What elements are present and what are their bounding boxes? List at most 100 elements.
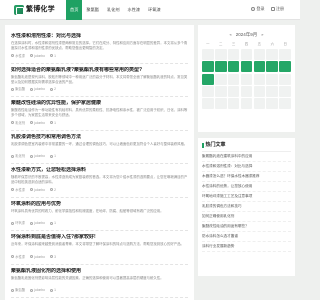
post-author-label: julonbo xyxy=(34,53,45,58)
post-category[interactable]: 聚氨酯 xyxy=(11,87,25,91)
hot-article-link[interactable]: 乳胶漆的调色方法和技巧 xyxy=(202,202,291,212)
post-author-label: julonbo xyxy=(34,187,45,192)
folder-icon xyxy=(11,54,14,58)
hot-article-link[interactable]: 聚醚改性硅油的用途有哪些？ xyxy=(202,222,291,232)
post-item: 环保涂料到底是否值得入住?那家较好! 近年来，环保涂料越来越受到消费者青睐，本文将… xyxy=(11,231,188,265)
nav-epoxy-paint[interactable]: 环氧漆 xyxy=(144,0,165,20)
user-icon xyxy=(251,6,255,11)
post-views: 1 xyxy=(49,288,56,292)
calendar-day xyxy=(227,73,240,85)
nav-waterborne-paint[interactable]: 水性漆 xyxy=(124,0,145,20)
user-icon xyxy=(30,221,34,225)
calendar-widget: « 2024年9月 » 一 二 三 四 五 六 日 xyxy=(198,25,295,132)
post-views-count: 1 xyxy=(54,221,56,226)
post-author-label: julonbo xyxy=(34,221,45,226)
weekday-label: 六 xyxy=(270,42,274,46)
hot-article-link[interactable]: 水性涂料的优势，让您放心使用 xyxy=(202,182,291,192)
user-icon xyxy=(30,188,34,192)
brand-name: 繁博化学 xyxy=(26,6,55,14)
post-item: 乳胶漆调色技巧和常用调色方法 乳胶漆调色是室内装修中非常重要的一环，通过合理的调色… xyxy=(11,131,188,164)
weekday-label: 四 xyxy=(244,42,249,46)
post-category[interactable]: 聚氨酯 xyxy=(11,288,25,292)
post-views-count: 1 xyxy=(54,120,56,125)
eye-icon xyxy=(49,87,53,91)
calendar-day[interactable] xyxy=(240,61,253,73)
post-title[interactable]: 水性漆新方式，让您轻松选择涂料 xyxy=(11,167,188,174)
folder-icon xyxy=(11,221,14,225)
post-category[interactable]: 水性漆 xyxy=(11,255,25,259)
post-title[interactable]: 如何选择适合的聚氨酯乳液?聚氨酯乳液有哪些常用的类型? xyxy=(11,67,188,74)
post-title[interactable]: 环保涂料到底是否值得入住?那家较好! xyxy=(11,234,188,241)
weekday-label: 五 xyxy=(257,42,262,46)
post-author[interactable]: julonbo xyxy=(30,121,45,125)
calendar-day xyxy=(253,98,266,110)
calendar-prev-button[interactable]: « xyxy=(230,32,232,37)
weekday-label: 二 xyxy=(219,42,223,46)
post-title[interactable]: 环氧涂料的应用与优势 xyxy=(11,201,188,208)
calendar-day xyxy=(202,98,214,110)
user-icon xyxy=(30,255,34,259)
post-category-label: 水性漆 xyxy=(15,187,26,192)
calendar-day[interactable] xyxy=(214,61,227,73)
post-category[interactable]: 环氧漆 xyxy=(11,221,25,225)
post-views-count: 1 xyxy=(54,53,56,58)
post-views: 1 xyxy=(49,120,56,125)
nav-polyurethane[interactable]: 聚氨酯 xyxy=(82,0,103,20)
weekday-label: 日 xyxy=(283,42,287,46)
post-author[interactable]: julonbo xyxy=(30,221,45,225)
post-title[interactable]: 聚氨酯乳液固化剂的选择和使用 xyxy=(11,268,188,275)
post-author[interactable]: julonbo xyxy=(30,54,45,58)
folder-icon xyxy=(11,288,14,292)
post-title[interactable]: 乳胶漆调色技巧和常用调色方法 xyxy=(11,134,188,141)
calendar-day xyxy=(253,49,266,60)
post-category[interactable]: 乳化剂 xyxy=(11,154,25,158)
hot-article-link[interactable]: 木器漆怎么选？环保水性木器漆推荐 xyxy=(202,172,291,182)
register-link[interactable]: 注册 xyxy=(270,6,284,11)
post-item: 聚氨酯乳液固化剂的选择和使用 聚氨酯乳液固化剂是影响涂层性能的关键因素，正确的选择… xyxy=(11,265,188,298)
user-icon xyxy=(30,288,34,292)
post-meta: 水性漆 julonbo 3 xyxy=(11,255,188,259)
login-link[interactable]: 登录 xyxy=(251,6,265,11)
post-author[interactable]: julonbo xyxy=(30,288,45,292)
calendar-day xyxy=(279,85,291,97)
post-author-label: julonbo xyxy=(34,87,45,92)
user-icon xyxy=(30,121,34,125)
post-excerpt: 聚氨酯乳液固化剂是影响涂层性能的关键因素，正确的选择和使用可以显著提高涂层的硬度… xyxy=(11,275,164,280)
calendar-day[interactable] xyxy=(227,61,240,73)
calendar-day[interactable] xyxy=(266,61,279,73)
calendar-day xyxy=(214,73,227,85)
post-views: 2 xyxy=(49,87,56,91)
calendar-next-button[interactable]: » xyxy=(261,32,263,37)
eye-icon xyxy=(49,54,53,58)
calendar-day xyxy=(266,73,279,85)
hot-article-link[interactable]: 防水涂料怎么选才靠谱 xyxy=(202,232,291,242)
hot-article-link[interactable]: 涂料行业发展新趋势 xyxy=(202,242,291,252)
post-author[interactable]: julonbo xyxy=(30,255,45,259)
nav-emulsifier[interactable]: 乳化剂 xyxy=(103,0,124,20)
post-category[interactable]: 水性漆 xyxy=(11,188,25,192)
post-category[interactable]: 乳化剂 xyxy=(11,121,25,125)
calendar-day xyxy=(253,85,266,97)
post-title[interactable]: 聚醚改性硅油的优异性能，保护家居健康 xyxy=(11,100,188,107)
hot-article-link[interactable]: 水性漆和溶剂性漆：对比与选择 xyxy=(202,162,291,172)
hot-article-link[interactable]: 环氧地坪漆施工工艺及注意事项 xyxy=(202,192,291,202)
calendar-day[interactable] xyxy=(202,61,214,73)
nav-home[interactable]: 首页 xyxy=(66,0,83,20)
calendar-day[interactable] xyxy=(279,61,291,73)
post-author[interactable]: julonbo xyxy=(30,188,45,192)
sidebar: « 2024年9月 » 一 二 三 四 五 六 日 热门文章 聚氨酯乳液在建筑涂料中的应用水… xyxy=(198,25,295,276)
site-logo[interactable]: 繁博化学 xyxy=(14,5,55,15)
post-author[interactable]: julonbo xyxy=(30,154,45,158)
hot-article-link[interactable]: 如何正确使用乳化剂 xyxy=(202,212,291,222)
folder-icon xyxy=(11,188,14,192)
post-item: 环氧涂料的应用与优势 环氧涂料具有优异的附着力、耐化学腐蚀性和机械强度，在地坪、防… xyxy=(11,198,188,231)
post-views: 1 xyxy=(49,154,56,158)
post-author[interactable]: julonbo xyxy=(30,87,45,91)
calendar-day[interactable] xyxy=(202,73,214,85)
post-title[interactable]: 水性漆和溶剂性漆：对比与选择 xyxy=(11,33,188,40)
user-icon xyxy=(30,154,34,158)
hot-article-link[interactable]: 聚氨酯乳液在建筑涂料中的应用 xyxy=(202,152,291,162)
calendar-day xyxy=(266,49,279,60)
post-category[interactable]: 水性漆 xyxy=(11,54,25,58)
calendar-day[interactable] xyxy=(253,61,266,73)
